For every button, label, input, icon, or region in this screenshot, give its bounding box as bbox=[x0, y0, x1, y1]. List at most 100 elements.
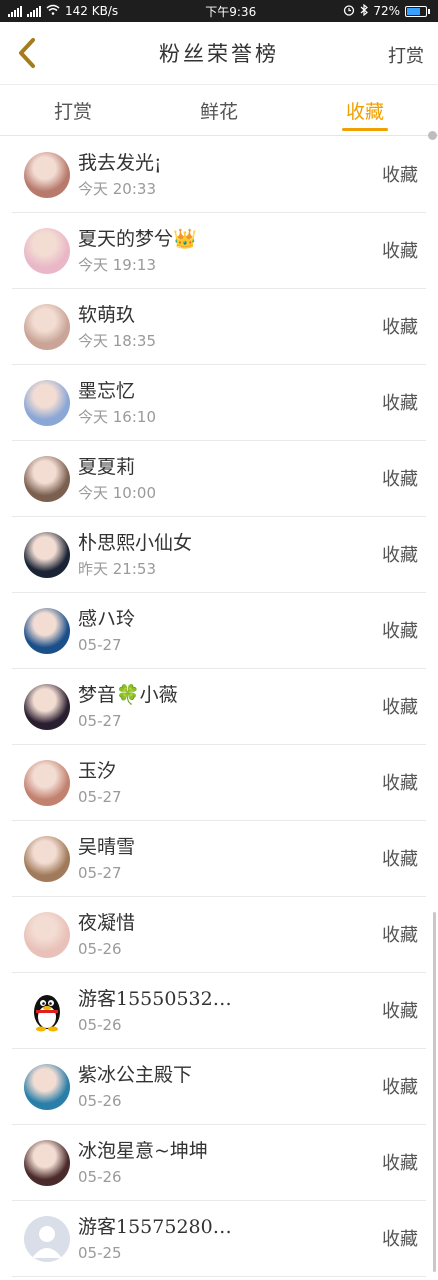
avatar[interactable] bbox=[24, 1063, 70, 1110]
collect-time: 今天 16:10 bbox=[78, 407, 156, 426]
fan-name: 我去发光¡ bbox=[78, 151, 162, 174]
avatar[interactable] bbox=[24, 227, 70, 274]
avatar[interactable] bbox=[24, 759, 70, 806]
avatar[interactable] bbox=[24, 987, 70, 1034]
avatar[interactable] bbox=[24, 303, 70, 350]
item-info: 感ハ玲 05-27 bbox=[78, 593, 135, 669]
fan-name: 感ハ玲 bbox=[78, 607, 136, 630]
list-item[interactable]: 夏夏莉 今天 10:00 收藏 bbox=[12, 441, 426, 517]
collect-label[interactable]: 收藏 bbox=[382, 1149, 418, 1175]
fan-name: 墨忘忆 bbox=[78, 379, 136, 402]
item-info: 玉汐 05-27 bbox=[78, 745, 122, 821]
collect-time: 05-25 bbox=[78, 1243, 122, 1262]
collect-time: 05-26 bbox=[78, 1167, 122, 1186]
item-info: 夏夏莉 今天 10:00 bbox=[78, 441, 156, 517]
reward-button[interactable]: 打赏 bbox=[388, 42, 424, 68]
item-info: 夏天的梦兮👑 今天 19:13 bbox=[78, 213, 197, 289]
list-item[interactable]: 玉汐 05-27 收藏 bbox=[12, 745, 426, 821]
collect-label[interactable]: 收藏 bbox=[382, 161, 418, 187]
list-item[interactable]: 夜凝惜 05-26 收藏 bbox=[12, 897, 426, 973]
fan-name: 夏天的梦兮👑 bbox=[78, 227, 197, 250]
item-info: 梦音🍀小薇 05-27 bbox=[78, 669, 178, 745]
list-item[interactable]: 感ハ玲 05-27 收藏 bbox=[12, 593, 426, 669]
wifi-icon bbox=[46, 4, 60, 18]
avatar[interactable] bbox=[24, 835, 70, 882]
avatar[interactable] bbox=[24, 911, 70, 958]
battery-percent: 72% bbox=[373, 4, 400, 18]
fan-name: 紫冰公主殿下 bbox=[78, 1063, 193, 1086]
status-bar: 142 KB/s 下午9:36 72% bbox=[0, 0, 438, 22]
avatar[interactable] bbox=[24, 151, 70, 198]
status-left: 142 KB/s bbox=[8, 4, 118, 18]
collect-label[interactable]: 收藏 bbox=[382, 465, 418, 491]
collect-time: 05-26 bbox=[78, 1091, 122, 1110]
collect-label[interactable]: 收藏 bbox=[382, 921, 418, 947]
chevron-left-icon bbox=[19, 38, 35, 68]
item-info: 墨忘忆今天 16:10 bbox=[78, 365, 156, 441]
avatar[interactable] bbox=[24, 531, 70, 578]
fan-name: 夜凝惜 bbox=[78, 911, 136, 934]
list-item[interactable]: 软萌玖 今天 18:35 收藏 bbox=[12, 289, 426, 365]
fan-name: 软萌玖 bbox=[78, 303, 136, 326]
collect-label[interactable]: 收藏 bbox=[382, 313, 418, 339]
collect-time: 今天 20:33 bbox=[78, 179, 156, 198]
collect-label[interactable]: 收藏 bbox=[382, 693, 418, 719]
list-item[interactable]: 朴思熙小仙女 昨天 21:53 收藏 bbox=[12, 517, 426, 593]
collect-time: 05-26 bbox=[78, 1015, 122, 1034]
avatar[interactable] bbox=[24, 683, 70, 730]
status-right: 72% bbox=[343, 3, 430, 19]
fan-name: 梦音🍀小薇 bbox=[78, 683, 178, 706]
collect-label[interactable]: 收藏 bbox=[382, 997, 418, 1023]
item-info: 软萌玖 今天 18:35 bbox=[78, 289, 156, 365]
collect-time: 05-27 bbox=[78, 711, 122, 730]
fan-name: 游客15550532… bbox=[78, 987, 232, 1010]
network-speed: 142 KB/s bbox=[65, 4, 119, 18]
collect-time: 05-26 bbox=[78, 939, 122, 958]
list-item[interactable]: 梦音🍀小薇 05-27 收藏 bbox=[12, 669, 426, 745]
list-item[interactable]: 我去发光¡ 今天 20:33 收藏 bbox=[12, 137, 426, 213]
list-item[interactable]: 紫冰公主殿下 05-26 收藏 bbox=[12, 1049, 426, 1125]
list-item[interactable]: 冰泡星意~坤坤 05-26 收藏 bbox=[12, 1125, 426, 1201]
nav-bar: 粉丝荣誉榜 打赏 bbox=[0, 22, 438, 84]
item-info: 吴晴雪 05-27 bbox=[78, 821, 135, 897]
battery-icon bbox=[405, 5, 430, 17]
fan-list[interactable]: 我去发光¡ 今天 20:33 收藏 夏天的梦兮👑 今天 19:13 收藏 软萌玖 今天 18:… bbox=[0, 137, 438, 1280]
item-info: 我去发光¡ 今天 20:33 bbox=[78, 137, 162, 213]
avatar[interactable] bbox=[24, 379, 70, 426]
item-info: 冰泡星意~坤坤 05-26 bbox=[78, 1125, 208, 1201]
collect-time: 今天 10:00 bbox=[78, 483, 156, 502]
collect-time: 05-27 bbox=[78, 787, 122, 806]
tab-collect[interactable]: 收藏 bbox=[341, 84, 389, 136]
collect-time: 05-27 bbox=[78, 863, 122, 882]
list-item[interactable]: 夏天的梦兮👑 今天 19:13 收藏 bbox=[12, 213, 426, 289]
avatar[interactable] bbox=[24, 607, 70, 654]
avatar[interactable] bbox=[24, 1139, 70, 1186]
tab-bar: 打赏 鲜花 收藏 bbox=[0, 84, 438, 136]
collect-label[interactable]: 收藏 bbox=[382, 237, 418, 263]
penguin-icon bbox=[34, 994, 60, 1031]
list-item[interactable]: 游客15575280… 05-25 收藏 bbox=[12, 1201, 426, 1277]
fan-name: 吴晴雪 bbox=[78, 835, 136, 858]
collect-label[interactable]: 收藏 bbox=[382, 1225, 418, 1251]
tab-flowers[interactable]: 鲜花 bbox=[196, 84, 242, 136]
alarm-icon bbox=[343, 4, 355, 19]
fan-name: 冰泡星意~坤坤 bbox=[78, 1139, 208, 1162]
collect-label[interactable]: 收藏 bbox=[382, 541, 418, 567]
collect-label[interactable]: 收藏 bbox=[382, 845, 418, 871]
avatar[interactable] bbox=[24, 455, 70, 502]
collect-label[interactable]: 收藏 bbox=[382, 1073, 418, 1099]
fan-name: 朴思熙小仙女 bbox=[78, 531, 193, 554]
item-info: 游客15575280… 05-25 bbox=[78, 1201, 232, 1277]
list-item[interactable]: 游客15550532… 05-26 收藏 bbox=[12, 973, 426, 1049]
scrollbar[interactable] bbox=[433, 912, 436, 1272]
back-button[interactable] bbox=[10, 36, 44, 70]
collect-label[interactable]: 收藏 bbox=[382, 389, 418, 415]
list-item[interactable]: 墨忘忆今天 16:10 收藏 bbox=[12, 365, 426, 441]
avatar[interactable] bbox=[24, 1215, 70, 1262]
status-time: 下午9:36 bbox=[205, 4, 257, 19]
tab-reward[interactable]: 打赏 bbox=[50, 84, 96, 136]
collect-label[interactable]: 收藏 bbox=[382, 617, 418, 643]
item-info: 夜凝惜 05-26 bbox=[78, 897, 135, 973]
list-item[interactable]: 吴晴雪 05-27 收藏 bbox=[12, 821, 426, 897]
collect-label[interactable]: 收藏 bbox=[382, 769, 418, 795]
